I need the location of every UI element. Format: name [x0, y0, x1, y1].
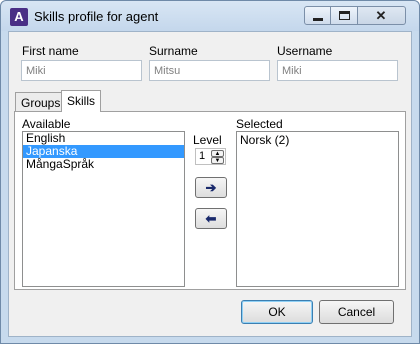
close-icon: ✕ — [375, 8, 387, 23]
level-value: 1 — [199, 150, 206, 162]
first-name-label: First name — [22, 44, 79, 58]
maximize-button[interactable] — [331, 6, 358, 25]
cancel-button[interactable]: Cancel — [319, 300, 394, 324]
close-button[interactable]: ✕ — [358, 6, 406, 25]
available-list[interactable]: English Japanska MångaSpråk — [22, 131, 185, 287]
tab-skills[interactable]: Skills — [61, 90, 102, 112]
level-stepper[interactable]: 1 ▲ ▼ — [195, 148, 226, 165]
maximize-icon — [339, 11, 350, 20]
list-item[interactable]: Norsk (2) — [237, 134, 398, 147]
arrow-right-icon: ➔ — [205, 180, 217, 195]
title-bar[interactable]: A Skills profile for agent ✕ — [1, 1, 419, 31]
selected-list[interactable]: Norsk (2) — [236, 131, 399, 287]
surname-field[interactable] — [149, 60, 270, 81]
username-label: Username — [277, 44, 333, 58]
available-label: Available — [22, 117, 71, 131]
stepper-up-icon[interactable]: ▲ — [211, 150, 224, 157]
app-icon: A — [10, 8, 28, 26]
add-skill-button[interactable]: ➔ — [195, 177, 227, 198]
minimize-button[interactable] — [304, 6, 331, 25]
minimize-icon — [313, 18, 323, 21]
dialog-client: First name Surname Username Groups Skill… — [8, 31, 412, 337]
window-title: Skills profile for agent — [34, 9, 159, 24]
remove-skill-button[interactable]: ⬅ — [195, 208, 227, 229]
stepper-down-icon[interactable]: ▼ — [211, 157, 224, 164]
selected-label: Selected — [236, 117, 283, 131]
username-field[interactable] — [277, 60, 398, 81]
surname-label: Surname — [149, 44, 198, 58]
tab-groups[interactable]: Groups — [15, 92, 67, 112]
skills-tab-panel: Available English Japanska MångaSpråk Le… — [14, 111, 406, 290]
level-label: Level — [193, 133, 222, 147]
arrow-left-icon: ⬅ — [205, 211, 217, 226]
dialog-window: A Skills profile for agent ✕ First name … — [0, 0, 420, 344]
first-name-field[interactable] — [21, 60, 142, 81]
list-item[interactable]: MångaSpråk — [23, 158, 184, 171]
ok-button[interactable]: OK — [241, 300, 313, 324]
